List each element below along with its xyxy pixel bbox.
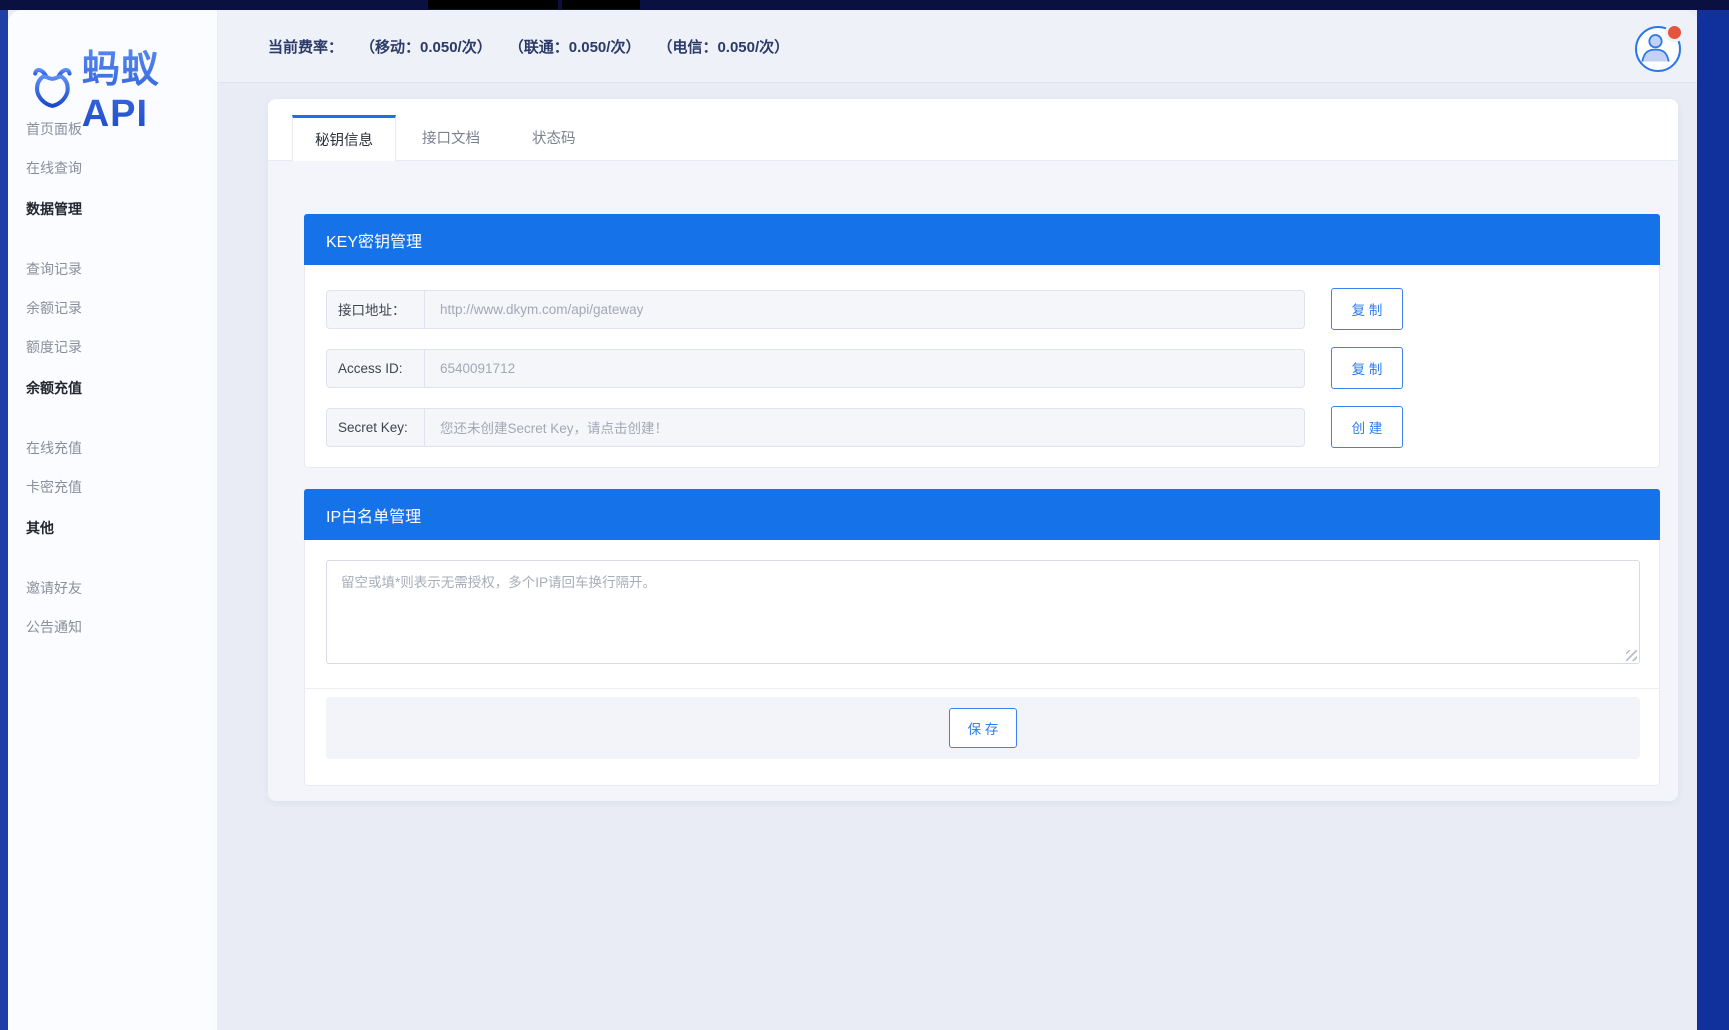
content-card: 秘钥信息 接口文档 状态码 KEY密钥管理 接口地址： http://www.d…	[268, 99, 1678, 801]
secret-key-label: Secret Key:	[327, 409, 425, 446]
copy-api-url-button[interactable]: 复 制	[1331, 288, 1403, 330]
tab-status-codes[interactable]: 状态码	[506, 114, 602, 160]
left-accent-strip	[0, 0, 8, 1030]
key-management-section: KEY密钥管理 接口地址： http://www.dkym.com/api/ga…	[304, 214, 1660, 468]
sidebar-item-invite-friends[interactable]: 邀请好友	[8, 569, 217, 608]
current-rates: 当前费率： （移动：0.050/次） （联通：0.050/次） （电信：0.05…	[268, 36, 789, 57]
sidebar-menu: 首页面板 在线查询 数据管理 查询记录 余额记录 额度记录 余额充值 在线充值 …	[8, 110, 217, 647]
secret-key-value: 您还未创建Secret Key，请点击创建！	[425, 409, 1304, 446]
topbar-segment	[428, 0, 558, 9]
rate-unicom: （联通：0.050/次）	[509, 36, 641, 57]
save-strip: 保 存	[326, 697, 1640, 759]
ip-section-title: IP白名单管理	[304, 489, 1660, 540]
rate-label: 当前费率：	[268, 36, 343, 57]
sidebar-section-balance-recharge: 余额充值	[8, 369, 217, 408]
copy-access-id-button[interactable]: 复 制	[1331, 347, 1403, 389]
api-url-value: http://www.dkym.com/api/gateway	[425, 291, 1304, 328]
notification-badge	[1665, 23, 1684, 42]
rate-mobile: （移动：0.050/次）	[360, 36, 492, 57]
tab-key-info[interactable]: 秘钥信息	[292, 115, 396, 161]
sidebar-section-other: 其他	[8, 509, 217, 548]
topbar-segment	[562, 0, 640, 9]
tab-api-docs[interactable]: 接口文档	[396, 114, 506, 160]
rate-telecom: （电信：0.050/次）	[657, 36, 789, 57]
save-button[interactable]: 保 存	[949, 708, 1017, 748]
sidebar-item-online-query[interactable]: 在线查询	[8, 149, 217, 188]
sidebar-item-card-recharge[interactable]: 卡密充值	[8, 468, 217, 507]
sidebar-item-announcements[interactable]: 公告通知	[8, 608, 217, 647]
access-id-value: 6540091712	[425, 350, 1304, 387]
api-url-row: 接口地址： http://www.dkym.com/api/gateway 复 …	[326, 288, 1659, 330]
right-scrollbar-strip[interactable]	[1697, 0, 1729, 1030]
create-secret-key-button[interactable]: 创 建	[1331, 406, 1403, 448]
main-content: 秘钥信息 接口文档 状态码 KEY密钥管理 接口地址： http://www.d…	[218, 83, 1697, 1030]
sidebar-item-quota-records[interactable]: 额度记录	[8, 328, 217, 367]
section-divider	[305, 688, 1659, 689]
app-window: 蚂蚁API 首页面板 在线查询 数据管理 查询记录 余额记录 额度记录 余额充值…	[8, 10, 1697, 1030]
ip-whitelist-section: IP白名单管理 保 存	[304, 489, 1660, 786]
tab-bar: 秘钥信息 接口文档 状态码	[268, 99, 1678, 161]
tab-panel-key-info: KEY密钥管理 接口地址： http://www.dkym.com/api/ga…	[268, 161, 1678, 786]
ant-logo-icon	[28, 61, 77, 113]
sidebar-section-data-management: 数据管理	[8, 190, 217, 229]
sidebar-item-balance-records[interactable]: 余额记录	[8, 289, 217, 328]
access-id-row: Access ID: 6540091712 复 制	[326, 347, 1659, 389]
user-avatar-area	[1635, 26, 1682, 73]
ip-whitelist-textarea-wrap	[326, 560, 1640, 664]
access-id-label: Access ID:	[327, 350, 425, 387]
sidebar-item-query-records[interactable]: 查询记录	[8, 250, 217, 289]
key-section-title: KEY密钥管理	[304, 214, 1660, 265]
top-header: 当前费率： （移动：0.050/次） （联通：0.050/次） （电信：0.05…	[218, 10, 1697, 83]
api-url-label: 接口地址：	[327, 291, 425, 328]
secret-key-row: Secret Key: 您还未创建Secret Key，请点击创建！ 创 建	[326, 406, 1659, 448]
ip-whitelist-textarea[interactable]	[326, 560, 1640, 664]
sidebar-item-dashboard[interactable]: 首页面板	[8, 110, 217, 149]
top-window-band	[0, 0, 1729, 10]
sidebar: 蚂蚁API 首页面板 在线查询 数据管理 查询记录 余额记录 额度记录 余额充值…	[8, 10, 218, 1030]
sidebar-item-online-recharge[interactable]: 在线充值	[8, 429, 217, 468]
